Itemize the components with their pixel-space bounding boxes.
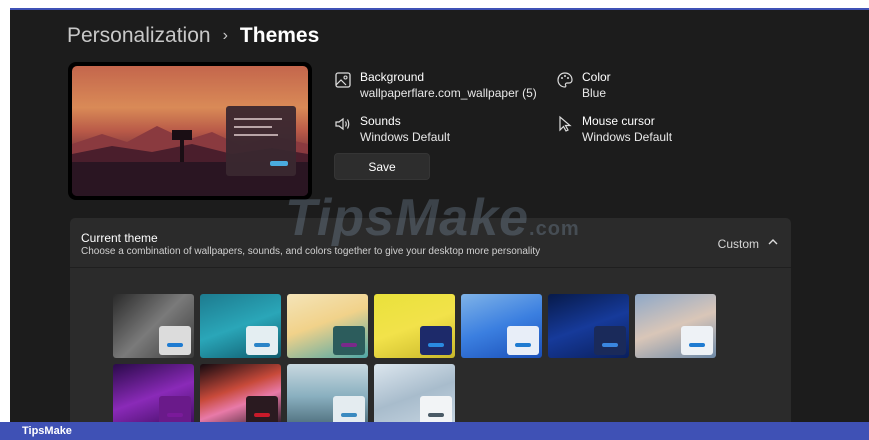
page-title: Themes	[239, 24, 320, 47]
theme-tile[interactable]	[548, 294, 629, 358]
theme-tile-window	[420, 326, 452, 355]
current-theme-title: Current theme	[81, 231, 158, 245]
theme-tile[interactable]	[635, 294, 716, 358]
theme-tile[interactable]	[374, 294, 455, 358]
background-setting[interactable]: Background wallpaperflare.com_wallpaper …	[333, 69, 537, 101]
save-button[interactable]: Save	[334, 153, 430, 180]
watermark: TipsMake.com	[285, 189, 580, 247]
theme-tile[interactable]	[374, 364, 455, 422]
theme-tile-window	[246, 326, 278, 355]
background-title: Background	[360, 70, 425, 84]
theme-tile-window	[333, 326, 365, 355]
palette-icon	[557, 72, 573, 88]
cursor-icon	[559, 115, 572, 132]
theme-tile-window	[333, 396, 365, 422]
speaker-icon	[335, 117, 350, 131]
cursor-title: Mouse cursor	[582, 114, 655, 128]
sounds-title: Sounds	[360, 114, 401, 128]
theme-tile-accent	[254, 413, 270, 417]
current-theme-status: Custom	[717, 237, 759, 251]
theme-tile-window	[507, 326, 539, 355]
theme-tile-accent	[254, 343, 270, 347]
theme-tile-window	[159, 326, 191, 355]
theme-tile-window	[681, 326, 713, 355]
theme-tile-accent	[515, 343, 531, 347]
theme-tile-window	[246, 396, 278, 422]
theme-tile[interactable]	[200, 364, 281, 422]
image-icon	[335, 72, 351, 88]
theme-tile-accent	[602, 343, 618, 347]
theme-tile[interactable]	[113, 364, 194, 422]
theme-tile-accent	[167, 343, 183, 347]
color-title: Color	[582, 70, 611, 84]
theme-tile-accent	[167, 413, 183, 417]
cursor-value: Windows Default	[582, 130, 673, 144]
chevron-up-icon[interactable]	[767, 236, 779, 248]
theme-tile-accent	[689, 343, 705, 347]
theme-tile[interactable]	[461, 294, 542, 358]
theme-tile-window	[159, 396, 191, 422]
settings-window: Personalization › Themes Background wall…	[10, 10, 869, 422]
current-theme-panel: Current theme Choose a combination of wa…	[70, 218, 791, 422]
theme-tile[interactable]	[287, 294, 368, 358]
color-setting[interactable]: Color Blue	[555, 69, 611, 101]
theme-tile[interactable]	[200, 294, 281, 358]
theme-tile-accent	[341, 343, 357, 347]
theme-tile-accent	[341, 413, 357, 417]
theme-preview	[68, 62, 312, 200]
breadcrumb-parent[interactable]: Personalization	[67, 24, 211, 48]
sounds-setting[interactable]: Sounds Windows Default	[333, 113, 450, 145]
background-value: wallpaperflare.com_wallpaper (5)	[360, 86, 537, 100]
brand-label: TipsMake	[22, 425, 72, 437]
breadcrumb: Personalization › Themes	[67, 24, 319, 48]
theme-tile-accent	[428, 343, 444, 347]
sounds-value: Windows Default	[360, 130, 451, 144]
cursor-setting[interactable]: Mouse cursor Windows Default	[555, 113, 672, 145]
preview-window	[226, 106, 296, 176]
color-value: Blue	[582, 86, 607, 100]
theme-tile-window	[594, 326, 626, 355]
left-border	[0, 8, 10, 422]
breadcrumb-separator: ›	[222, 27, 228, 44]
brand-bar: TipsMake	[0, 422, 869, 440]
top-border	[0, 0, 869, 8]
theme-tile-accent	[428, 413, 444, 417]
theme-tile[interactable]	[287, 364, 368, 422]
theme-tile-window	[420, 396, 452, 422]
theme-tile[interactable]	[113, 294, 194, 358]
